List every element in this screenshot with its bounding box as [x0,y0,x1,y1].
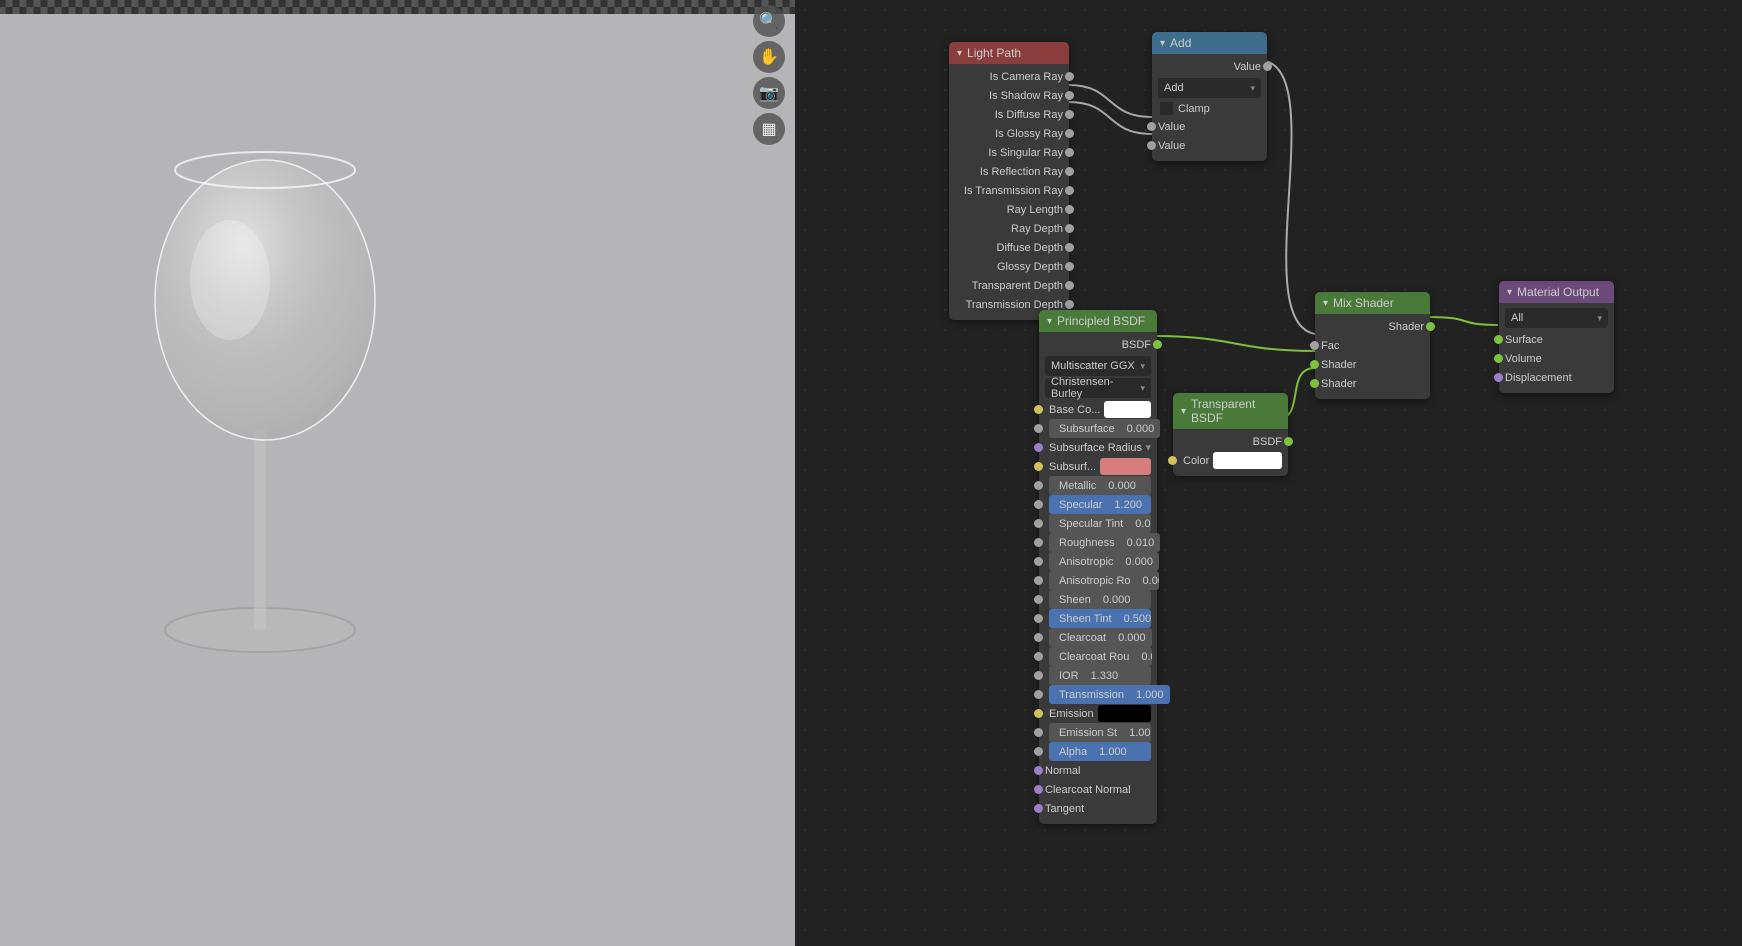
param-clearcoat-rou[interactable]: Clearcoat Rou0.030 [1039,647,1157,666]
emission-label: Emission [1049,708,1094,720]
distribution-dropdown[interactable]: Multiscatter GGX▾ [1045,356,1151,376]
param-subsurface[interactable]: Subsurface0.000 [1039,419,1157,438]
output-glossy-depth[interactable]: Glossy Depth [949,257,1069,276]
output-bsdf: BSDF [1122,339,1151,351]
input-value[interactable]: Value [1158,140,1185,152]
input-displacement[interactable]: Displacement [1505,372,1572,384]
param-anisotropic-ro[interactable]: Anisotropic Ro0.000 [1039,571,1157,590]
node-transparent-bsdf[interactable]: ▾ Transparent BSDF BSDF Color [1173,393,1288,476]
chevron-down-icon: ▾ [957,48,962,59]
output-diffuse-depth[interactable]: Diffuse Depth [949,238,1069,257]
projection-icon[interactable]: ▦ [753,113,785,145]
output-ray-length[interactable]: Ray Length [949,200,1069,219]
input-value[interactable]: Value [1158,121,1185,133]
subsurface-color-swatch[interactable] [1100,458,1151,475]
param-anisotropic[interactable]: Anisotropic0.000 [1039,552,1157,571]
render-preview [150,140,400,670]
output-ray-depth[interactable]: Ray Depth [949,219,1069,238]
output-shader: Shader [1389,321,1424,333]
input-shader[interactable]: Shader [1321,378,1356,390]
clamp-label: Clamp [1178,103,1210,115]
base-color-swatch[interactable] [1104,401,1151,418]
math-operation-dropdown[interactable]: Add▾ [1158,78,1261,98]
node-material-output[interactable]: ▾ Material Output All▾ Surface Volume Dis… [1499,281,1614,393]
clamp-checkbox[interactable] [1160,102,1173,115]
input-clearcoat-normal[interactable]: Clearcoat Normal [1039,780,1157,799]
node-title: Principled BSDF [1057,314,1145,328]
checker-strip [0,0,795,14]
output-is-reflection-ray[interactable]: Is Reflection Ray [949,162,1069,181]
output-target-dropdown[interactable]: All▾ [1505,308,1608,328]
input-normal[interactable]: Normal [1039,761,1157,780]
zoom-icon[interactable]: 🔍 [753,5,785,37]
output-is-singular-ray[interactable]: Is Singular Ray [949,143,1069,162]
sss-method-dropdown[interactable]: Christensen-Burley▾ [1045,378,1151,398]
param-roughness[interactable]: Roughness0.010 [1039,533,1157,552]
output-is-glossy-ray[interactable]: Is Glossy Ray [949,124,1069,143]
param-emission-st[interactable]: Emission St1.000 [1039,723,1157,742]
input-shader[interactable]: Shader [1321,359,1356,371]
node-title: Add [1170,36,1191,50]
subsurface-color-label: Subsurf... [1049,461,1096,473]
input-volume[interactable]: Volume [1505,353,1542,365]
camera-icon[interactable]: 📷 [753,77,785,109]
base-color-label: Base Co... [1049,404,1100,416]
chevron-down-icon: ▾ [1160,38,1165,49]
node-math-add[interactable]: ▾ Add Value Add▾ Clamp Value Value [1152,32,1267,161]
output-value: Value [1234,61,1261,73]
node-light-path[interactable]: ▾Light Path Is Camera RayIs Shadow RayIs… [949,42,1069,320]
output-is-diffuse-ray[interactable]: Is Diffuse Ray [949,105,1069,124]
param-clearcoat[interactable]: Clearcoat0.000 [1039,628,1157,647]
chevron-down-icon: ▾ [1047,316,1052,327]
output-is-transmission-ray[interactable]: Is Transmission Ray [949,181,1069,200]
input-tangent[interactable]: Tangent [1039,799,1157,818]
param-specular[interactable]: Specular1.200 [1039,495,1157,514]
input-fac[interactable]: Fac [1321,340,1339,352]
param-ior[interactable]: IOR1.330 [1039,666,1157,685]
render-viewport[interactable]: 🔍 ✋ 📷 ▦ [0,0,795,946]
param-transmission[interactable]: Transmission1.000 [1039,685,1157,704]
output-transparent-depth[interactable]: Transparent Depth [949,276,1069,295]
chevron-down-icon: ▾ [1507,287,1512,298]
node-principled-bsdf[interactable]: ▾Principled BSDF BSDF Multiscatter GGX▾ … [1039,310,1157,824]
input-surface[interactable]: Surface [1505,334,1543,346]
transparent-color-swatch[interactable] [1213,452,1282,469]
output-is-camera-ray[interactable]: Is Camera Ray [949,67,1069,86]
param-sheen[interactable]: Sheen0.000 [1039,590,1157,609]
subsurface-radius[interactable]: Subsurface Radius [1049,442,1145,454]
node-title: Mix Shader [1333,296,1394,310]
chevron-down-icon: ▾ [1181,406,1186,417]
chevron-down-icon: ▾ [1323,298,1328,309]
viewport-toolbar: 🔍 ✋ 📷 ▦ [753,5,785,145]
hand-icon[interactable]: ✋ [753,41,785,73]
color-label: Color [1183,455,1209,467]
node-title: Transparent BSDF [1191,397,1280,425]
node-title: Light Path [967,46,1021,60]
param-alpha[interactable]: Alpha1.000 [1039,742,1157,761]
param-metallic[interactable]: Metallic0.000 [1039,476,1157,495]
node-title: Material Output [1517,285,1599,299]
emission-color-swatch[interactable] [1098,705,1151,722]
node-editor[interactable]: ▾Light Path Is Camera RayIs Shadow RayIs… [795,0,1742,946]
param-sheen-tint[interactable]: Sheen Tint0.500 [1039,609,1157,628]
param-specular-tint[interactable]: Specular Tint0.000 [1039,514,1157,533]
output-is-shadow-ray[interactable]: Is Shadow Ray [949,86,1069,105]
node-mix-shader[interactable]: ▾ Mix Shader Shader Fac Shader Shader [1315,292,1430,399]
output-bsdf: BSDF [1253,436,1282,448]
